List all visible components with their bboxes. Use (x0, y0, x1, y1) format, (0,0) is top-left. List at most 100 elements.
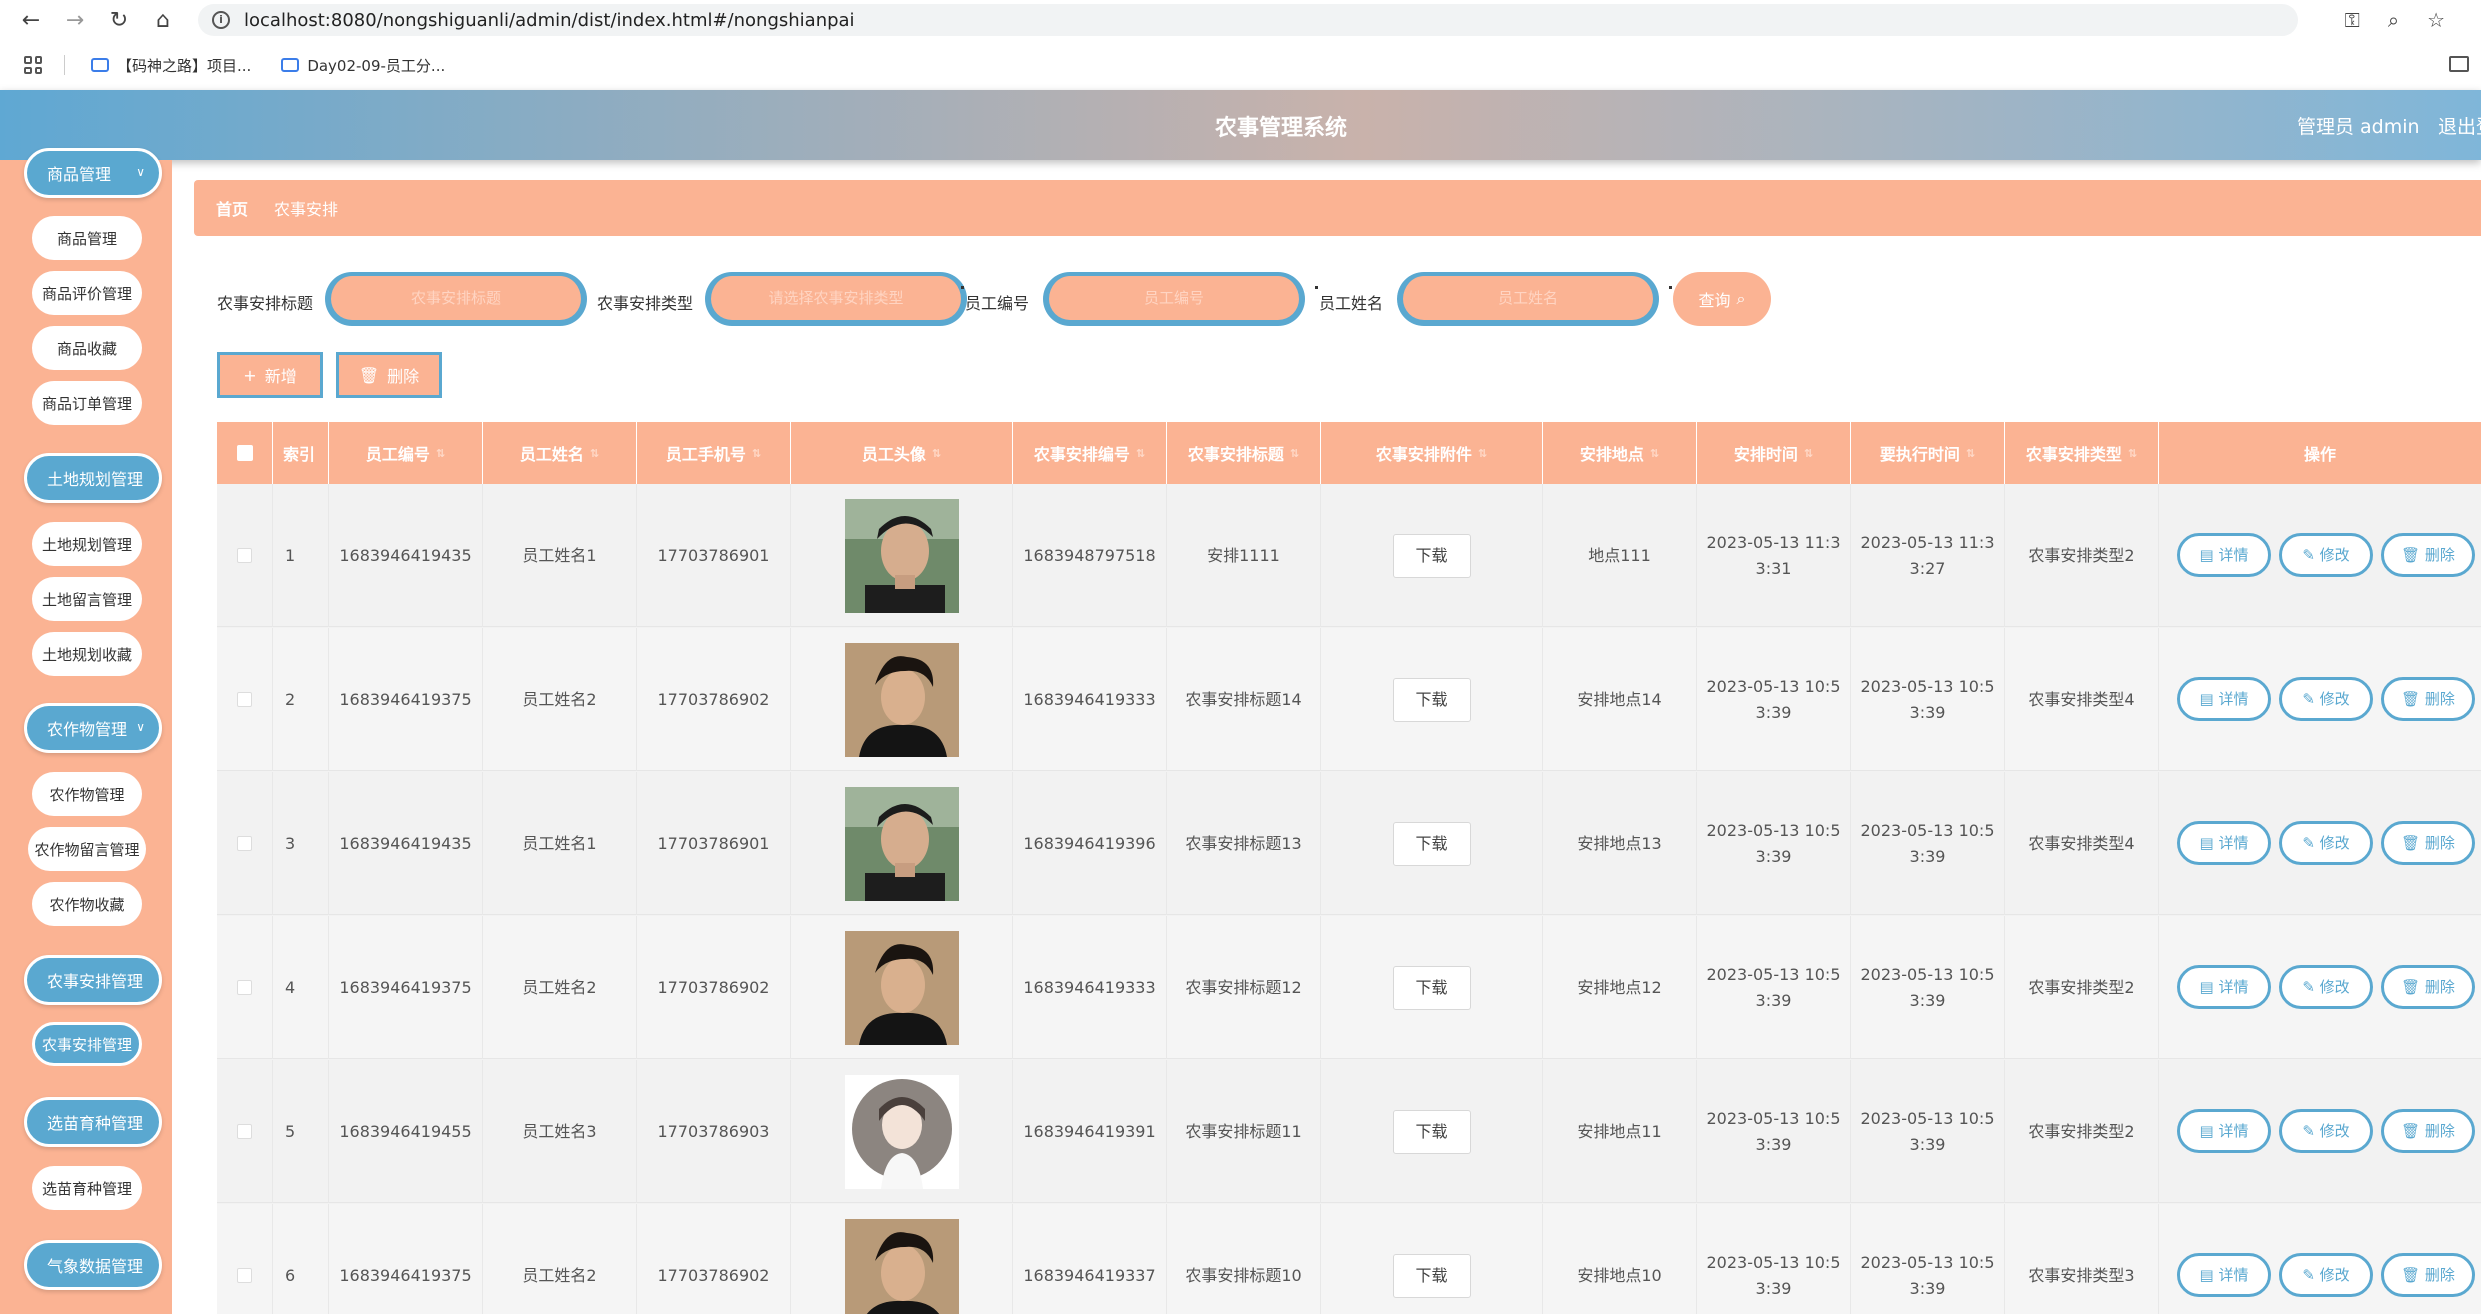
menu-item-crop[interactable]: 农作物管理 (32, 772, 142, 816)
logout-link[interactable]: 退出登录 (2438, 112, 2481, 139)
menu-item-land-message[interactable]: 土地留言管理 (32, 577, 142, 621)
detail-button[interactable]: ▤ 详情 (2177, 821, 2271, 865)
row-checkbox[interactable] (237, 980, 252, 995)
key-icon[interactable]: ⚿ (2345, 8, 2360, 32)
row-checkbox[interactable] (237, 1268, 252, 1283)
row-checkbox[interactable] (237, 1124, 252, 1139)
title-search-input[interactable] (325, 272, 587, 326)
download-button[interactable]: 下载 (1392, 677, 1471, 722)
folder-icon[interactable] (2449, 56, 2469, 72)
menu-item-farming-plan[interactable]: 农事安排管理 (32, 1022, 142, 1066)
col-place[interactable]: 安排地点 ⇅ (1543, 422, 1697, 484)
download-button[interactable]: 下载 (1392, 821, 1471, 866)
empno-cell: 1683946419375 (329, 1204, 483, 1314)
delete-button[interactable]: 🗑 删除 (2381, 965, 2475, 1009)
col-type[interactable]: 农事安排类型 ⇅ (2005, 422, 2159, 484)
edit-button[interactable]: ✎ 修改 (2279, 677, 2373, 721)
sort-icon[interactable]: ⇅ (436, 447, 445, 460)
detail-button[interactable]: ▤ 详情 (2177, 677, 2271, 721)
sort-icon[interactable]: ⇅ (1478, 447, 1487, 460)
sort-icon[interactable]: ⇅ (1290, 447, 1299, 460)
forward-icon[interactable]: → (62, 7, 88, 33)
row-checkbox[interactable] (237, 692, 252, 707)
row-checkbox[interactable] (237, 548, 252, 563)
time-cell: 2023-05-13 10:5 3:39 (1697, 1204, 1851, 1314)
menu-group-land[interactable]: 土地规划管理 (24, 453, 162, 503)
edit-button[interactable]: ✎ 修改 (2279, 965, 2373, 1009)
detail-button[interactable]: ▤ 详情 (2177, 965, 2271, 1009)
sort-icon[interactable]: ⇅ (1966, 447, 1975, 460)
menu-item-goods-order[interactable]: 商品订单管理 (32, 381, 142, 425)
empno-search-input[interactable] (1043, 272, 1305, 326)
query-button[interactable]: 查询 ⌕ (1673, 272, 1771, 326)
menu-group-seedling[interactable]: 选苗育种管理 (24, 1097, 162, 1147)
type-select[interactable] (705, 272, 967, 326)
home-icon[interactable]: ⌂ (150, 7, 176, 33)
col-code[interactable]: 农事安排编号 ⇅ (1013, 422, 1167, 484)
menu-item-land-plan[interactable]: 土地规划管理 (32, 522, 142, 566)
sort-icon[interactable]: ⇅ (932, 447, 941, 460)
edit-button[interactable]: ✎ 修改 (2279, 1109, 2373, 1153)
download-button[interactable]: 下载 (1392, 533, 1471, 578)
site-info-icon[interactable]: i (212, 11, 230, 29)
add-button[interactable]: + 新增 (217, 352, 323, 398)
menu-item-goods[interactable]: 商品管理 (32, 216, 142, 260)
back-icon[interactable]: ← (18, 7, 44, 33)
menu-item-seedling[interactable]: 选苗育种管理 (32, 1166, 142, 1210)
sort-icon[interactable]: ⇅ (590, 447, 599, 460)
detail-button[interactable]: ▤ 详情 (2177, 533, 2271, 577)
col-avatar[interactable]: 员工头像 ⇅ (791, 422, 1013, 484)
col-time[interactable]: 安排时间 ⇅ (1697, 422, 1851, 484)
star-icon[interactable]: ☆ (2427, 8, 2445, 32)
menu-item-crop-message[interactable]: 农作物留言管理 (28, 827, 146, 871)
sort-icon[interactable]: ⇅ (1136, 447, 1145, 460)
select-all-checkbox[interactable] (236, 445, 253, 461)
delete-button[interactable]: 🗑 删除 (2381, 821, 2475, 865)
sort-icon[interactable]: ⇅ (2128, 447, 2137, 460)
col-index[interactable]: 索引 (273, 422, 329, 484)
address-bar[interactable]: i localhost:8080/nongshiguanli/admin/dis… (198, 4, 2298, 36)
delete-button[interactable]: 🗑 删除 (2381, 1109, 2475, 1153)
col-exec-time[interactable]: 要执行时间 ⇅ (1851, 422, 2005, 484)
col-phone[interactable]: 员工手机号 ⇅ (637, 422, 791, 484)
batch-delete-button[interactable]: 🗑 删除 (336, 352, 442, 398)
trash-icon: 🗑 (2401, 546, 2421, 564)
breadcrumb-home[interactable]: 首页 (216, 196, 248, 220)
download-button[interactable]: 下载 (1392, 965, 1471, 1010)
menu-item-land-favorite[interactable]: 土地规划收藏 (32, 632, 142, 676)
url-text[interactable]: localhost:8080/nongshiguanli/admin/dist/… (244, 10, 855, 31)
menu-group-crop[interactable]: 农作物管理 ∨ (24, 703, 162, 753)
sort-icon[interactable]: ⇅ (1804, 447, 1813, 460)
menu-group-weather[interactable]: 气象数据管理 (24, 1240, 162, 1290)
download-button[interactable]: 下载 (1392, 1253, 1471, 1298)
empname-search-input[interactable] (1397, 272, 1659, 326)
menu-group-farming[interactable]: 农事安排管理 (24, 955, 162, 1005)
detail-button[interactable]: ▤ 详情 (2177, 1253, 2271, 1297)
bookmark-item[interactable]: Day02-09-员工分... (281, 55, 445, 76)
download-button[interactable]: 下载 (1392, 1109, 1471, 1154)
title-cell: 农事安排标题10 (1167, 1204, 1321, 1314)
menu-group-goods[interactable]: 商品管理 ∨ (24, 148, 162, 198)
edit-button[interactable]: ✎ 修改 (2279, 1253, 2373, 1297)
reload-icon[interactable]: ↻ (106, 7, 132, 33)
col-title[interactable]: 农事安排标题 ⇅ (1167, 422, 1321, 484)
bookmark-item[interactable]: 【码神之路】项目... (91, 55, 251, 76)
col-empname[interactable]: 员工姓名 ⇅ (483, 422, 637, 484)
menu-item-crop-favorite[interactable]: 农作物收藏 (32, 882, 142, 926)
sort-icon[interactable]: ⇅ (752, 447, 761, 460)
detail-button[interactable]: ▤ 详情 (2177, 1109, 2271, 1153)
edit-button[interactable]: ✎ 修改 (2279, 821, 2373, 865)
delete-button[interactable]: 🗑 删除 (2381, 533, 2475, 577)
col-empno[interactable]: 员工编号 ⇅ (329, 422, 483, 484)
sort-icon[interactable]: ⇅ (1650, 447, 1659, 460)
zoom-icon[interactable]: ⌕ (2388, 8, 2399, 32)
menu-item-goods-favorite[interactable]: 商品收藏 (32, 326, 142, 370)
delete-button[interactable]: 🗑 删除 (2381, 1253, 2475, 1297)
apps-icon[interactable] (24, 56, 42, 74)
row-checkbox[interactable] (237, 836, 252, 851)
edit-button[interactable]: ✎ 修改 (2279, 533, 2373, 577)
menu-item-goods-review[interactable]: 商品评价管理 (32, 271, 142, 315)
col-attachment[interactable]: 农事安排附件 ⇅ (1321, 422, 1543, 484)
code-cell: 1683946419391 (1013, 1060, 1167, 1203)
delete-button[interactable]: 🗑 删除 (2381, 677, 2475, 721)
